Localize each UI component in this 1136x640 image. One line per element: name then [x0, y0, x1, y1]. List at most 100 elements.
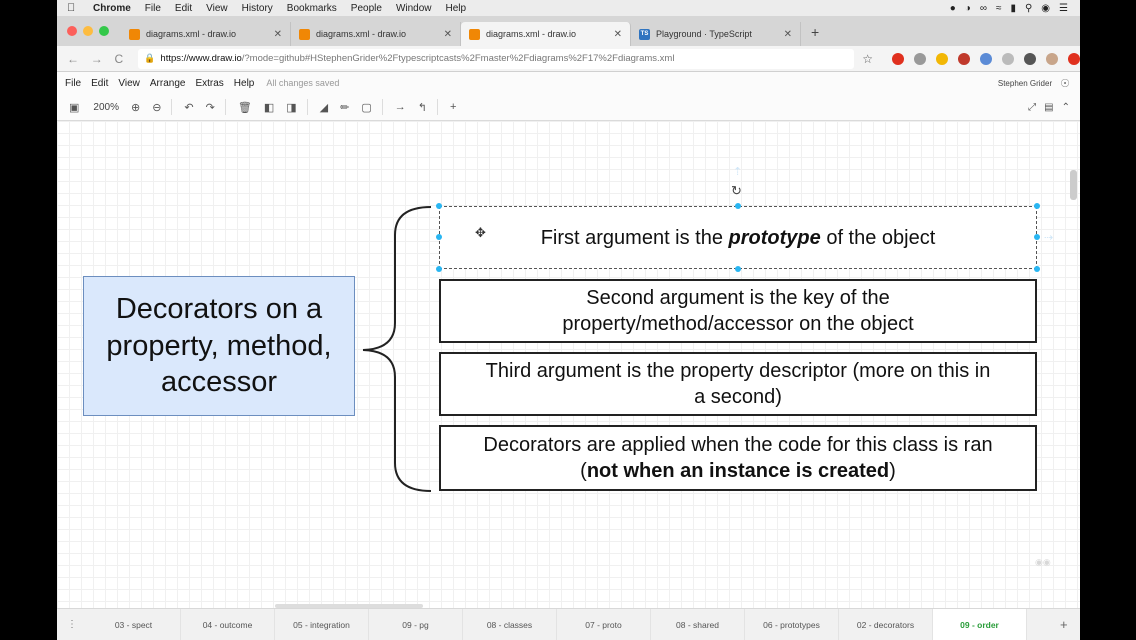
resize-handle[interactable]	[436, 203, 442, 209]
mac-menu-edit[interactable]: Edit	[175, 3, 192, 14]
browser-tab[interactable]: diagrams.xml - draw.io ✕	[121, 22, 291, 46]
page-tab[interactable]: 06 - prototypes	[745, 608, 839, 640]
zoom-in-icon[interactable]: ⊕	[131, 101, 140, 114]
connect-arrow-right-icon[interactable]: ⇢	[1044, 231, 1053, 244]
page-tab-active[interactable]: 09 - order	[933, 608, 1027, 640]
globe-icon[interactable]: ☉	[1060, 77, 1070, 90]
move-icon[interactable]: ✥	[475, 225, 486, 241]
mac-menu-people[interactable]: People	[351, 3, 382, 14]
collapse-icon[interactable]: ⌃	[1062, 102, 1070, 113]
minimize-window-button[interactable]	[83, 26, 93, 36]
mac-menu-help[interactable]: Help	[446, 3, 467, 14]
page-tab[interactable]: 08 - shared	[651, 608, 745, 640]
resize-handle[interactable]	[1034, 266, 1040, 272]
mac-menu-app[interactable]: Chrome	[93, 3, 131, 14]
zoom-out-icon[interactable]: ⊖	[152, 101, 161, 114]
notification-icon[interactable]: ☰	[1059, 3, 1068, 14]
resize-handle[interactable]	[436, 266, 442, 272]
diagram-canvas[interactable]: Decorators on a property, method, access…	[57, 121, 1080, 608]
close-icon[interactable]: ✕	[784, 29, 792, 40]
extension-gear-icon[interactable]	[1024, 52, 1037, 65]
mac-menu-window[interactable]: Window	[396, 3, 432, 14]
url-input[interactable]: 🔒 https://www.draw.io/?mode=github#HStep…	[138, 48, 855, 69]
close-icon[interactable]: ✕	[274, 29, 282, 40]
menu-view[interactable]: View	[118, 78, 140, 89]
connection-icon[interactable]: →	[395, 101, 406, 113]
browser-tab-active[interactable]: diagrams.xml - draw.io ✕	[461, 22, 631, 46]
page-tab[interactable]: 09 - pg	[369, 608, 463, 640]
page-tab[interactable]: 03 - spect	[87, 608, 181, 640]
third-argument-box[interactable]: Third argument is the property descripto…	[439, 352, 1037, 416]
close-icon[interactable]: ✕	[614, 29, 622, 40]
page-tab[interactable]: 02 - decorators	[839, 608, 933, 640]
status-app-icon[interactable]: ●	[950, 3, 956, 14]
extension-leaf-icon[interactable]	[1002, 52, 1015, 65]
zoom-window-button[interactable]	[99, 26, 109, 36]
to-front-icon[interactable]: ◧	[264, 101, 274, 114]
menu-edit[interactable]: Edit	[91, 78, 108, 89]
first-argument-box[interactable]: First argument is the prototype of the o…	[439, 206, 1037, 269]
menu-help[interactable]: Help	[234, 78, 255, 89]
toggle-panel-icon[interactable]: ▤	[1044, 102, 1053, 113]
line-color-icon[interactable]: ✏	[340, 101, 349, 114]
extension-opera-icon[interactable]	[892, 52, 905, 65]
mac-menu-bookmarks[interactable]: Bookmarks	[287, 3, 337, 14]
fill-color-icon[interactable]: ◢	[320, 101, 328, 114]
extension-css-icon[interactable]	[914, 52, 927, 65]
redo-icon[interactable]: ↷	[206, 101, 215, 114]
browser-tab[interactable]: diagrams.xml - draw.io ✕	[291, 22, 461, 46]
wifi-icon[interactable]: ≈	[996, 3, 1002, 14]
add-page-button[interactable]: +	[1060, 617, 1080, 632]
mac-menu-view[interactable]: View	[206, 3, 228, 14]
browser-tab[interactable]: TS Playground · TypeScript ✕	[631, 22, 801, 46]
menu-arrange[interactable]: Arrange	[150, 78, 186, 89]
back-icon[interactable]: ←	[67, 52, 81, 66]
close-icon[interactable]: ✕	[444, 29, 452, 40]
battery-icon[interactable]: ▮	[1010, 3, 1016, 14]
extension-onepassword-icon[interactable]	[980, 52, 993, 65]
vertical-scrollbar[interactable]	[1070, 170, 1077, 200]
extension-notes-icon[interactable]	[936, 52, 949, 65]
connect-arrow-up-icon[interactable]: ⇡	[733, 165, 742, 178]
resize-handle[interactable]	[735, 203, 741, 209]
main-topic-box[interactable]: Decorators on a property, method, access…	[83, 276, 355, 416]
page-tab[interactable]: 08 - classes	[463, 608, 557, 640]
new-tab-button[interactable]: +	[811, 24, 819, 40]
status-moon-icon[interactable]: ◑	[965, 3, 971, 14]
star-icon[interactable]: ☆	[862, 52, 876, 66]
forward-icon[interactable]: →	[91, 52, 105, 66]
mac-menu-file[interactable]: File	[145, 3, 161, 14]
extension-red-icon[interactable]	[1068, 52, 1081, 65]
waypoints-icon[interactable]: ↰	[418, 101, 427, 114]
user-name[interactable]: Stephen Grider	[998, 79, 1052, 88]
shadow-icon[interactable]: ▢	[361, 101, 371, 114]
profile-avatar[interactable]	[1046, 52, 1059, 65]
menu-file[interactable]: File	[65, 78, 81, 89]
curly-brace-connector[interactable]	[355, 205, 441, 495]
format-panel-icon[interactable]: ▣	[69, 101, 79, 114]
zoom-select[interactable]: 200%	[93, 102, 119, 113]
siri-icon[interactable]: ◉	[1041, 3, 1050, 14]
to-back-icon[interactable]: ◨	[286, 101, 296, 114]
insert-icon[interactable]: +	[450, 101, 456, 113]
page-tab[interactable]: 05 - integration	[275, 608, 369, 640]
pages-menu-icon[interactable]: ⋮	[57, 619, 87, 630]
page-tab[interactable]: 04 - outcome	[181, 608, 275, 640]
reload-icon[interactable]: C	[114, 52, 128, 66]
spotlight-icon[interactable]: ⚲	[1025, 3, 1032, 14]
mac-menu-history[interactable]: History	[242, 3, 273, 14]
resize-handle[interactable]	[436, 234, 442, 240]
extension-badge-icon[interactable]	[958, 52, 971, 65]
second-argument-box[interactable]: Second argument is the key of the proper…	[439, 279, 1037, 343]
close-window-button[interactable]	[67, 26, 77, 36]
resize-handle[interactable]	[735, 266, 741, 272]
menu-extras[interactable]: Extras	[195, 78, 223, 89]
rotate-handle-icon[interactable]: ↻	[731, 183, 742, 199]
delete-icon[interactable]: 🗑	[238, 101, 252, 114]
apple-icon[interactable]: 	[67, 2, 81, 14]
glasses-icon[interactable]: ∞	[980, 3, 987, 14]
resize-handle[interactable]	[1034, 203, 1040, 209]
fullscreen-icon[interactable]: ⤢	[1028, 102, 1036, 113]
undo-icon[interactable]: ↶	[184, 101, 193, 114]
applied-when-box[interactable]: Decorators are applied when the code for…	[439, 425, 1037, 491]
